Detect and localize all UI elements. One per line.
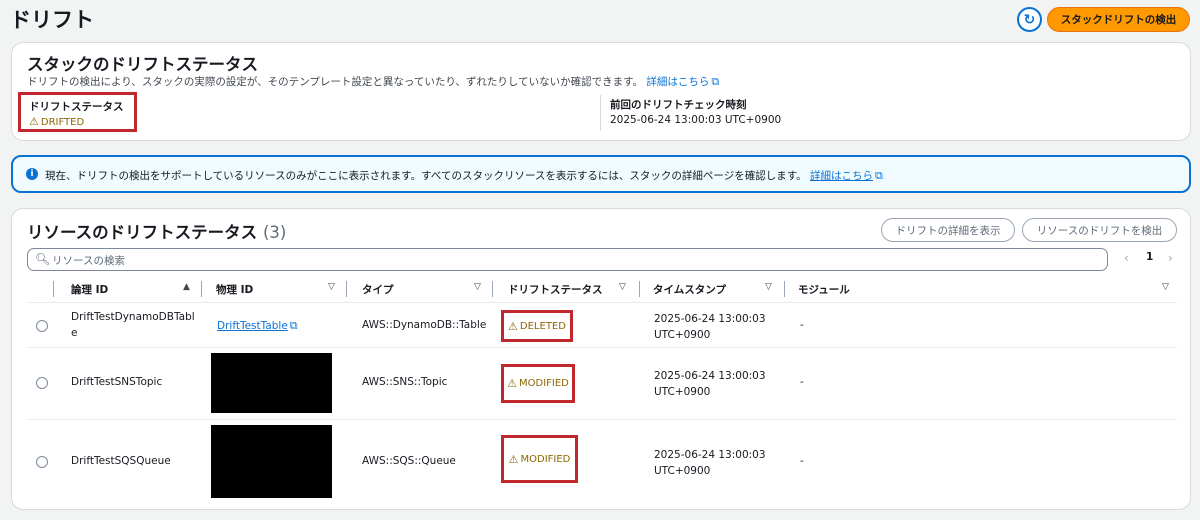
- header-divider: [27, 302, 1177, 303]
- timestamp-cell: 2025-06-24 13:00:03 UTC+0900: [654, 449, 766, 477]
- stack-drift-description: ドリフトの検出により、スタックの実際の設定が、そのテンプレート設定と異なっていた…: [27, 74, 719, 89]
- timestamp-cell: 2025-06-24 13:00:03 UTC+0900: [654, 313, 766, 341]
- stack-drift-status-panel: スタックのドリフトステータス ドリフトの検出により、スタックの実際の設定が、その…: [11, 42, 1191, 141]
- row-divider: [27, 419, 1177, 420]
- external-link-icon: ⧉: [875, 169, 883, 182]
- resource-drift-status-title: リソースのドリフトステータス (3): [27, 223, 287, 242]
- resource-drift-status-panel: リソースのドリフトステータス (3) ドリフトの詳細を表示 リソースのドリフトを…: [11, 208, 1191, 510]
- external-link-icon: ⧉: [289, 319, 298, 332]
- physical-id-link[interactable]: DriftTestTable ⧉: [217, 319, 298, 333]
- last-check-label: 前回のドリフトチェック時刻: [610, 99, 747, 111]
- external-link-icon: ⧉: [711, 75, 720, 88]
- type-cell: AWS::SQS::Queue: [362, 455, 456, 467]
- column-divider: [492, 281, 493, 297]
- column-divider: [784, 281, 785, 297]
- description-text: ドリフトの検出により、スタックの実際の設定が、そのテンプレート設定と異なっていた…: [27, 76, 644, 88]
- search-placeholder: リソースの検索: [52, 255, 125, 267]
- resource-count: (3): [262, 223, 287, 242]
- redacted-physical-id: [211, 353, 332, 413]
- column-divider: [639, 281, 640, 297]
- warning-icon: ⚠: [507, 377, 517, 390]
- detect-stack-drift-button[interactable]: スタックドリフトの検出: [1047, 7, 1190, 32]
- info-text: 現在、ドリフトの検出をサポートしているリソースのみがここに表示されます。すべての…: [45, 169, 883, 182]
- sort-icon[interactable]: ▽: [474, 282, 481, 292]
- row-select-radio[interactable]: [36, 320, 48, 332]
- drift-status-badge: ⚠ MODIFIED: [501, 435, 578, 483]
- column-divider: [53, 281, 54, 297]
- column-header-module[interactable]: モジュール: [798, 282, 850, 297]
- module-cell: -: [800, 455, 804, 467]
- sort-icon[interactable]: ▽: [328, 282, 335, 292]
- column-header-timestamp[interactable]: タイムスタンプ: [653, 282, 726, 297]
- detect-resource-drift-button[interactable]: リソースのドリフトを検出: [1022, 218, 1177, 242]
- column-header-type[interactable]: タイプ: [362, 282, 394, 297]
- column-divider: [201, 281, 202, 297]
- sort-icon[interactable]: ▽: [619, 282, 626, 292]
- stack-drift-status-title: スタックのドリフトステータス: [27, 55, 258, 74]
- chevron-left-icon[interactable]: ‹: [1124, 251, 1129, 265]
- timestamp-cell: 2025-06-24 13:00:03 UTC+0900: [654, 370, 766, 398]
- column-header-logical-id[interactable]: 論理 ID: [71, 282, 108, 297]
- module-cell: -: [800, 319, 804, 331]
- row-select-radio[interactable]: [36, 377, 48, 389]
- refresh-button[interactable]: ↻: [1017, 7, 1042, 32]
- column-header-drift-status[interactable]: ドリフトステータス: [508, 282, 603, 297]
- info-alert: i 現在、ドリフトの検出をサポートしているリソースのみがここに表示されます。すべ…: [11, 155, 1191, 193]
- redacted-physical-id: [211, 425, 332, 498]
- drift-status-badge: ⚠ MODIFIED: [501, 364, 575, 403]
- divider: [600, 95, 601, 131]
- search-icon: 🔍︎: [35, 252, 51, 266]
- row-select-radio[interactable]: [36, 456, 48, 468]
- logical-id-cell: DriftTestSQSQueue: [71, 455, 171, 467]
- info-icon: i: [26, 168, 38, 180]
- refresh-icon: ↻: [1023, 11, 1036, 28]
- chevron-right-icon[interactable]: ›: [1168, 251, 1173, 265]
- view-drift-details-button[interactable]: ドリフトの詳細を表示: [881, 218, 1015, 242]
- page-number[interactable]: 1: [1146, 251, 1153, 263]
- page-title: ドリフト: [10, 8, 94, 32]
- sort-icon[interactable]: ▽: [1162, 282, 1169, 292]
- type-cell: AWS::DynamoDB::Table: [362, 319, 487, 331]
- info-learn-more-link[interactable]: 詳細はこちら ⧉: [810, 169, 883, 182]
- warning-icon: ⚠: [29, 115, 39, 128]
- logical-id-cell: DriftTestDynamoDBTabl e: [71, 311, 195, 339]
- logical-id-cell: DriftTestSNSTopic: [71, 376, 163, 388]
- warning-icon: ⚠: [508, 452, 519, 466]
- learn-more-link[interactable]: 詳細はこちら ⧉: [646, 75, 720, 88]
- module-cell: -: [800, 376, 804, 388]
- drift-status-label: ドリフトステータス: [29, 101, 124, 113]
- drift-status-value: ⚠ DRIFTED: [29, 115, 85, 128]
- drift-status-badge: ⚠ DELETED: [501, 310, 573, 342]
- sort-ascending-icon[interactable]: ▲: [183, 282, 190, 292]
- last-check-value: 2025-06-24 13:00:03 UTC+0900: [610, 114, 782, 126]
- sort-icon[interactable]: ▽: [765, 282, 772, 292]
- column-header-physical-id[interactable]: 物理 ID: [216, 282, 253, 297]
- resource-search-input[interactable]: 🔍︎ リソースの検索: [27, 248, 1108, 271]
- warning-icon: ⚠: [508, 319, 518, 333]
- row-divider: [27, 347, 1177, 348]
- type-cell: AWS::SNS::Topic: [362, 376, 448, 388]
- column-divider: [346, 281, 347, 297]
- drift-status-highlight: ドリフトステータス ⚠ DRIFTED: [18, 92, 137, 132]
